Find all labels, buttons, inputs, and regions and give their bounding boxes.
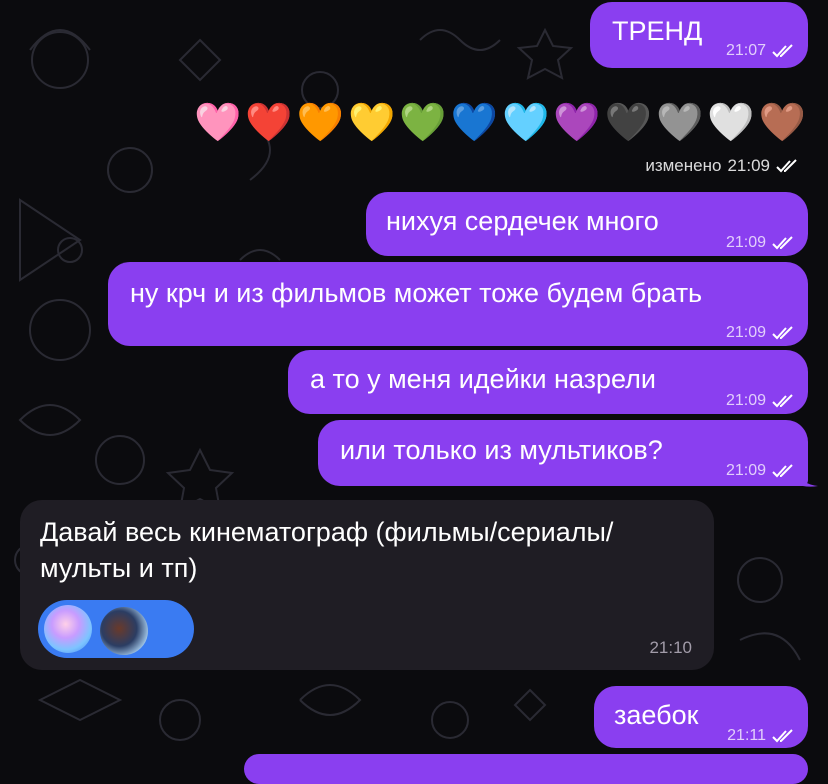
message-text: заебок [614,700,699,730]
double-check-icon [772,44,793,58]
edited-label: изменено [645,156,722,175]
message-time: 21:09 [727,156,770,175]
outgoing-message[interactable]: ну крч и из фильмов может тоже будем бра… [108,262,808,346]
incoming-message[interactable]: Давай весь кинематограф (фильмы/сериалы/… [20,500,714,670]
message-meta: 21:07 [726,34,794,68]
message-meta: 21:09 [726,384,794,418]
double-check-icon [772,464,793,478]
rose-reaction-icon [44,605,92,653]
outgoing-message[interactable]: заебок 21:11 [594,686,808,748]
message-time: 21:11 [727,727,766,744]
hearts-emoji-message[interactable]: 🩷 ❤️ 🧡 💛 💚 💙 🩵 💜 🖤 🩶 🤍 🤎 [194,100,806,146]
message-text: ТРЕНД [612,16,703,46]
message-time: 21:10 [649,638,692,657]
heart-purple-icon: 💜 [553,102,601,144]
message-text: или только из мультиков? [340,435,663,465]
message-time: 21:09 [725,234,766,251]
heart-blue-icon: 💙 [450,102,499,144]
message-text: а то у меня идейки назрели [310,364,657,394]
message-text-line: Давай весь кинематограф (фильмы/сериалы/ [40,517,614,547]
message-text: нихуя сердечек много [386,206,659,236]
hearts-message-meta: изменено 21:09 [645,156,798,176]
message-time: 21:09 [725,392,766,409]
heart-black-icon: 🖤 [604,102,653,144]
reaction-pill[interactable] [38,600,194,658]
heart-red-icon: ❤️ [245,102,293,144]
heart-green-icon: 💚 [399,102,447,144]
bubble-tail-icon [796,470,818,487]
outgoing-message[interactable]: нихуя сердечек много 21:09 [366,192,808,256]
photo-reaction-avatar [98,605,150,657]
outgoing-message[interactable]: ТРЕНД 21:07 [590,2,808,68]
message-time: 21:09 [725,324,766,341]
message-text-line: мульты и тп) [40,553,198,583]
heart-brown-icon: 🤎 [758,102,806,144]
heart-yellow-icon: 💛 [348,102,396,144]
message-text: ну крч и из фильмов может тоже будем бра… [130,278,703,308]
outgoing-message[interactable]: а то у меня идейки назрели 21:09 [288,350,808,414]
message-time: 21:07 [725,42,766,59]
heart-light-blue-icon: 🩵 [502,102,550,144]
heart-pink-icon: 🩷 [194,102,242,144]
outgoing-message[interactable]: или только из мультиков? 21:09 [318,420,808,486]
heart-grey-icon: 🩶 [656,102,704,144]
double-check-icon [772,326,793,340]
message-meta: 21:09 [726,316,794,350]
double-check-icon [772,394,793,408]
heart-orange-icon: 🧡 [296,102,345,144]
heart-white-icon: 🤍 [707,102,755,144]
outgoing-message-partial[interactable] [244,754,808,784]
message-meta: 21:09 [726,226,794,260]
double-check-icon [772,236,793,250]
message-meta: 21:09 [726,454,794,488]
message-time: 21:09 [725,462,766,479]
message-meta: 21:11 [727,719,794,753]
double-check-icon [776,159,797,173]
message-text: Давай весь кинематограф (фильмы/сериалы/… [40,514,700,586]
double-check-icon [772,729,793,743]
